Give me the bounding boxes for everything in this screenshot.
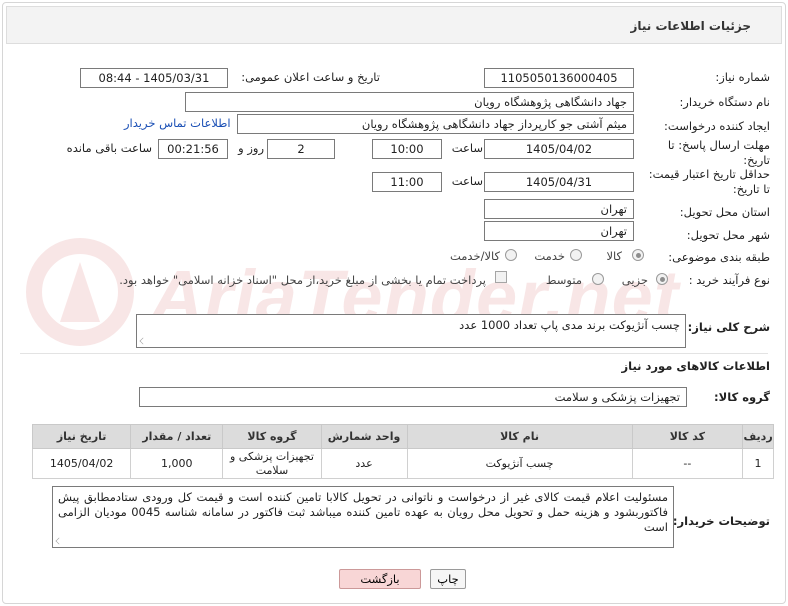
remaining-time-field: 00:21:56	[158, 139, 228, 159]
goods-group-field: تجهیزات پزشکی و سلامت	[139, 387, 687, 407]
section-divider	[20, 353, 768, 354]
delivery-province-field: تهران	[484, 199, 634, 219]
category-option-goods: کالا	[606, 249, 622, 263]
buyer-notes-textarea[interactable]: مسئولیت اعلام قیمت کالای غیر از درخواست …	[52, 486, 674, 548]
purchase-option-minor: جزیی	[621, 273, 648, 287]
treasury-payment-note: پرداخت تمام یا بخشی از مبلغ خرید،از محل …	[119, 273, 486, 287]
cell-name: چسب آنژیوکت	[406, 448, 633, 479]
reply-time-field: 10:00	[372, 139, 442, 159]
requester-field: میثم آشتی جو کارپرداز جهاد دانشگاهی پژوه…	[237, 114, 634, 134]
category-option-goods-service: کالا/خدمت	[449, 249, 500, 263]
goods-info-heading: اطلاعات کالاهای مورد نیاز	[621, 359, 770, 373]
table-row: 1 -- چسب آنژیوکت عدد تجهیزات پزشکی و سلا…	[31, 448, 774, 479]
reply-time-label: ساعت	[451, 141, 483, 155]
buyer-org-label: نام دستگاه خریدار:	[679, 95, 770, 109]
cell-unit: عدد	[320, 448, 408, 479]
purchase-option-medium: متوسط	[545, 273, 582, 287]
need-description-textarea[interactable]: چسب آنژیوکت برند مدی پاپ تعداد 1000 عدد	[136, 314, 686, 348]
purchase-radio-medium[interactable]	[592, 273, 604, 285]
announce-datetime-label: تاریخ و ساعت اعلان عمومی:	[241, 70, 380, 84]
category-label: طبقه بندی موضوعی:	[668, 250, 770, 264]
cell-need-date: 1405/04/02	[31, 448, 132, 479]
purchase-type-label: نوع فرآیند خرید :	[688, 273, 770, 287]
goods-table-header: ردیف کد کالا نام کالا واحد شمارش گروه کا…	[31, 424, 774, 449]
delivery-city-field: تهران	[484, 221, 634, 241]
col-header-name: نام کالا	[406, 424, 633, 449]
buyer-org-field: جهاد دانشگاهی پژوهشگاه رویان	[185, 92, 634, 112]
need-number-label: شماره نیاز:	[715, 70, 770, 84]
validity-time-label: ساعت	[451, 174, 483, 188]
remaining-label: ساعت باقی مانده	[66, 141, 152, 155]
need-description-label: شرح کلی نیاز:	[687, 320, 770, 334]
page-title: جزئیات اطلاعات نیاز	[630, 19, 751, 33]
back-button[interactable]: بازگشت	[339, 569, 421, 589]
days-and-label: روز و	[238, 141, 264, 155]
reply-date-field: 1405/04/02	[484, 139, 634, 159]
col-header-row: ردیف	[742, 424, 774, 449]
purchase-radio-minor[interactable]	[656, 273, 668, 285]
need-description-text: چسب آنژیوکت برند مدی پاپ تعداد 1000 عدد	[459, 318, 680, 332]
category-option-service: خدمت	[534, 249, 565, 263]
print-button[interactable]: چاپ	[430, 569, 466, 589]
buyer-notes-text: مسئولیت اعلام قیمت کالای غیر از درخواست …	[58, 490, 668, 534]
remaining-days-field: 2	[267, 139, 335, 159]
need-number-field: 1105050136000405	[484, 68, 634, 88]
validity-date-field: 1405/04/31	[484, 172, 634, 192]
buyer-contact-link[interactable]: اطلاعات تماس خریدار	[124, 116, 231, 130]
delivery-city-label: شهر محل تحویل:	[686, 228, 770, 242]
col-header-need-date: تاریخ نیاز	[31, 424, 132, 449]
buyer-notes-label: توضیحات خریدار:	[672, 514, 770, 528]
announce-datetime-field: 1405/03/31 - 08:44	[80, 68, 228, 88]
delivery-province-label: استان محل تحویل:	[679, 205, 770, 219]
cell-quantity: 1,000	[130, 448, 224, 479]
resize-grip-icon[interactable]	[55, 537, 63, 545]
title-bar: جزئیات اطلاعات نیاز	[6, 6, 782, 44]
category-radio-service[interactable]	[570, 249, 582, 261]
col-header-quantity: تعداد / مقدار	[130, 424, 224, 449]
goods-table: ردیف کد کالا نام کالا واحد شمارش گروه کا…	[31, 424, 774, 479]
validity-time-field: 11:00	[372, 172, 442, 192]
reply-deadline-label: مهلت ارسال پاسخ: تا تاریخ:	[667, 138, 770, 167]
category-radio-goods[interactable]	[632, 249, 644, 261]
price-validity-label: حداقل تاریخ اعتبار قیمت: تا تاریخ:	[648, 167, 770, 196]
col-header-unit: واحد شمارش	[320, 424, 408, 449]
goods-group-label: گروه کالا:	[714, 390, 770, 404]
resize-grip-icon[interactable]	[139, 337, 147, 345]
treasury-payment-checkbox[interactable]	[495, 271, 507, 283]
col-header-group: گروه کالا	[222, 424, 322, 449]
cell-group: تجهیزات پزشکی و سلامت	[222, 448, 322, 479]
col-header-code: کد کالا	[631, 424, 744, 449]
requester-label: ایجاد کننده درخواست:	[664, 119, 770, 133]
category-radio-goods-service[interactable]	[505, 249, 517, 261]
cell-row: 1	[742, 448, 774, 479]
cell-code: --	[631, 448, 744, 479]
